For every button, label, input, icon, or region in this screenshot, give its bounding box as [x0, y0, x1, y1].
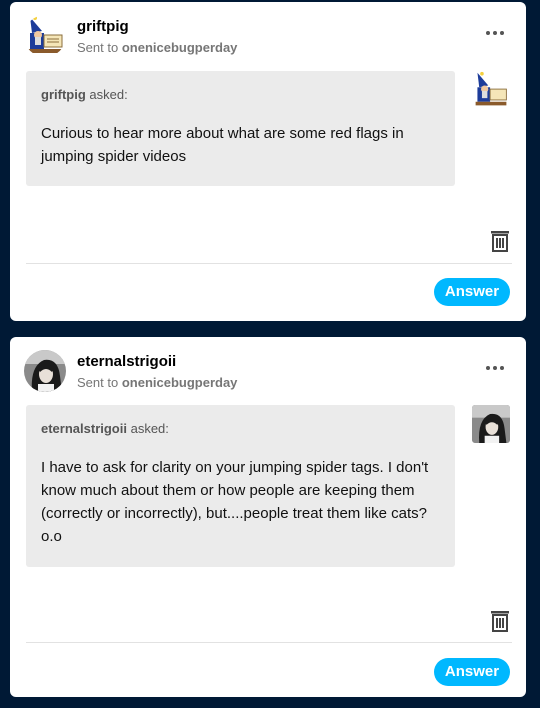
username[interactable]: eternalstrigoii	[77, 353, 176, 370]
avatar[interactable]	[24, 350, 66, 392]
asked-label: asked:	[130, 421, 169, 436]
recipient-blog-link[interactable]: onenicebugperday	[122, 375, 238, 390]
username[interactable]: griftpig	[77, 18, 129, 35]
dot-icon	[493, 31, 497, 35]
answer-button[interactable]: Answer	[434, 278, 510, 306]
sent-to-label: Sent to	[77, 40, 119, 55]
ask-bubble: eternalstrigoii asked: I have to ask for…	[26, 405, 455, 567]
divider	[26, 642, 512, 643]
asked-label: asked:	[89, 87, 128, 102]
portrait-avatar-icon	[24, 350, 66, 392]
dot-icon	[486, 31, 490, 35]
ask-card: eternalstrigoii Sent to onenicebugperday…	[10, 337, 526, 697]
more-options-button[interactable]	[486, 363, 508, 373]
sent-to-label: Sent to	[77, 375, 119, 390]
dot-icon	[493, 366, 497, 370]
answer-button[interactable]: Answer	[434, 658, 510, 686]
question-text: I have to ask for clarity on your jumpin…	[41, 459, 429, 545]
more-options-button[interactable]	[486, 28, 508, 38]
wizard-avatar-icon	[24, 15, 66, 57]
recipient-blog-link[interactable]: onenicebugperday	[122, 40, 238, 55]
trash-icon	[491, 611, 509, 632]
asker-avatar[interactable]	[472, 405, 510, 443]
asked-line: griftpig asked:	[41, 87, 441, 102]
ask-card: griftpig Sent to onenicebugperday griftp…	[10, 2, 526, 321]
asked-line: eternalstrigoii asked:	[41, 421, 441, 436]
portrait-avatar-icon	[472, 405, 510, 443]
asker-name[interactable]: eternalstrigoii	[41, 421, 127, 436]
dot-icon	[486, 366, 490, 370]
ask-bubble: griftpig asked: Curious to hear more abo…	[26, 71, 455, 186]
dot-icon	[500, 31, 504, 35]
avatar[interactable]	[24, 15, 66, 57]
asker-avatar[interactable]	[472, 71, 510, 109]
dot-icon	[500, 366, 504, 370]
trash-icon	[491, 231, 509, 252]
divider	[26, 263, 512, 264]
question-text: Curious to hear more about what are some…	[41, 125, 404, 165]
wizard-avatar-icon	[472, 71, 510, 109]
sent-to-line: Sent to onenicebugperday	[77, 375, 237, 390]
delete-button[interactable]	[490, 610, 510, 632]
asker-name[interactable]: griftpig	[41, 87, 86, 102]
sent-to-line: Sent to onenicebugperday	[77, 40, 237, 55]
delete-button[interactable]	[490, 230, 510, 252]
